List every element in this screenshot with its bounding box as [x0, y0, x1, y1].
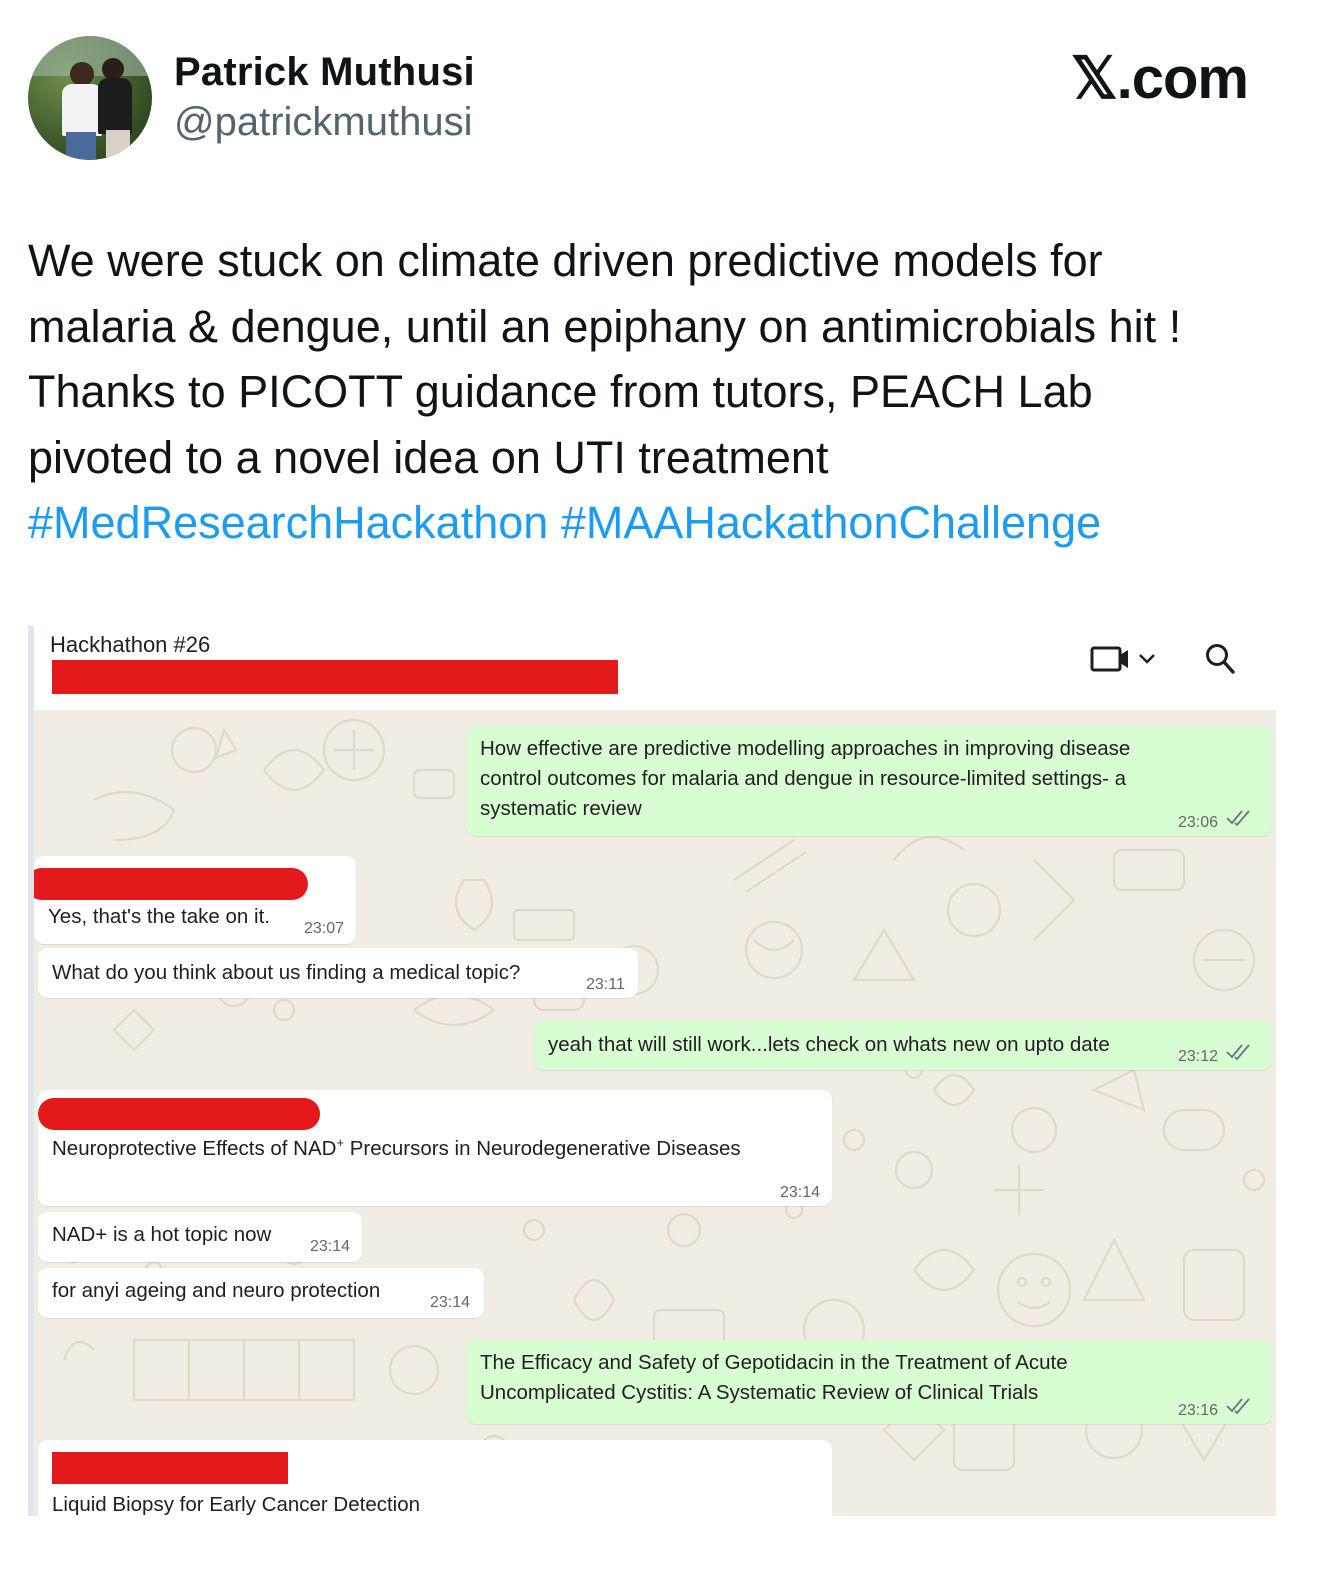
message-text-line: How effective are predictive modelling a… — [480, 737, 1131, 760]
message-bubble-incoming[interactable]: Yes, that's the take on it. 23:07 — [34, 856, 356, 944]
message-text: Liquid Biopsy for Early Cancer Detection — [52, 1493, 421, 1516]
message-timestamp: 23:16 — [1178, 1402, 1219, 1419]
message-timestamp: 23:14 — [310, 1238, 351, 1255]
avatar-person-head — [102, 58, 124, 80]
message-text-line: control outcomes for malaria and dengue … — [480, 767, 1127, 790]
message-text-line: systematic review — [480, 797, 642, 820]
read-receipt-icon — [1226, 810, 1250, 826]
message-timestamp: 23:07 — [304, 920, 345, 937]
read-receipt-icon — [1226, 1398, 1250, 1414]
message-bubble-incoming[interactable]: NAD+ is a hot topic now 23:14 — [38, 1212, 362, 1262]
message-bubble-outgoing[interactable]: How effective are predictive modelling a… — [466, 726, 1272, 836]
superscript: + — [336, 1135, 345, 1151]
message-text: for anyi ageing and neuro protection — [52, 1279, 381, 1302]
message-bubble-outgoing[interactable]: The Efficacy and Safety of Gepotidacin i… — [466, 1340, 1272, 1424]
chat-header: Hackhathon #26 — [34, 626, 1276, 710]
chat-body[interactable]: How effective are predictive modelling a… — [34, 710, 1276, 1516]
message-text: yeah that will still work...lets check o… — [548, 1033, 1110, 1056]
redaction-bar — [52, 660, 618, 694]
message-text-line: The Efficacy and Safety of Gepotidacin i… — [480, 1351, 1068, 1374]
video-call-icon[interactable] — [1090, 644, 1162, 674]
message-timestamp: 23:11 — [586, 976, 625, 993]
avatar[interactable] — [28, 36, 152, 160]
tweet-text-line: We were stuck on climate driven predicti… — [28, 235, 1103, 286]
avatar-person-body — [98, 78, 132, 134]
chevron-down-icon — [1139, 654, 1155, 664]
search-icon[interactable] — [1204, 642, 1236, 676]
hashtag-row: #MedResearchHackathon #MAAHackathonChall… — [28, 490, 1288, 556]
hashtag-link[interactable]: #MedResearchHackathon — [28, 497, 548, 548]
message-text-line: Uncomplicated Cystitis: A Systematic Rev… — [480, 1381, 1039, 1404]
redaction-bar — [52, 1452, 288, 1484]
message-timestamp: 23:06 — [1178, 814, 1219, 831]
redaction-bar — [38, 1098, 320, 1130]
chat-screenshot[interactable]: Hackhathon #26 How effective are predict… — [28, 626, 1276, 1516]
message-text: What do you think about us finding a med… — [52, 961, 521, 984]
author-name[interactable]: Patrick Muthusi — [174, 50, 475, 95]
avatar-person-body — [62, 84, 102, 136]
tweet-text-line: malaria & dengue, until an epiphany on a… — [28, 300, 1182, 352]
message-bubble-incoming[interactable]: Liquid Biopsy for Early Cancer Detection — [38, 1440, 832, 1516]
avatar-person-legs — [66, 132, 96, 160]
message-text-part: Neuroprotective Effects of NAD — [52, 1137, 337, 1160]
message-text: Neuroprotective Effects of NAD+ Precurso… — [52, 1134, 741, 1164]
message-text-part: Precursors in Neurodegenerative Diseases — [344, 1137, 741, 1160]
message-text: NAD+ is a hot topic now — [52, 1223, 272, 1246]
tweet-text-line: pivoted to a novel idea on UTI treatment — [28, 431, 829, 483]
chat-title: Hackhathon #26 — [50, 632, 211, 657]
message-bubble-incoming[interactable]: What do you think about us finding a med… — [38, 948, 638, 998]
message-timestamp: 23:12 — [1178, 1048, 1219, 1065]
read-receipt-icon — [1226, 1044, 1250, 1060]
x-logo[interactable]: 𝕏.com — [1071, 44, 1249, 112]
hashtag-link[interactable]: #MAAHackathonChallenge — [561, 497, 1101, 548]
message-bubble-outgoing[interactable]: yeah that will still work...lets check o… — [534, 1020, 1272, 1070]
message-timestamp: 23:14 — [780, 1184, 821, 1201]
tweet-text: We were stuck on climate driven predicti… — [28, 228, 1288, 556]
message-bubble-incoming[interactable]: Neuroprotective Effects of NAD+ Precurso… — [38, 1090, 832, 1206]
redaction-bar — [34, 868, 308, 900]
message-bubble-incoming[interactable]: for anyi ageing and neuro protection 23:… — [38, 1268, 484, 1318]
tweet-text-line: Thanks to PICOTT guidance from tutors, P… — [28, 366, 1093, 417]
message-text: Yes, that's the take on it. — [48, 905, 270, 928]
message-timestamp: 23:14 — [430, 1294, 471, 1311]
avatar-person-head — [70, 62, 94, 86]
avatar-person-legs — [106, 130, 130, 160]
author-handle[interactable]: @patrickmuthusi — [174, 100, 472, 145]
